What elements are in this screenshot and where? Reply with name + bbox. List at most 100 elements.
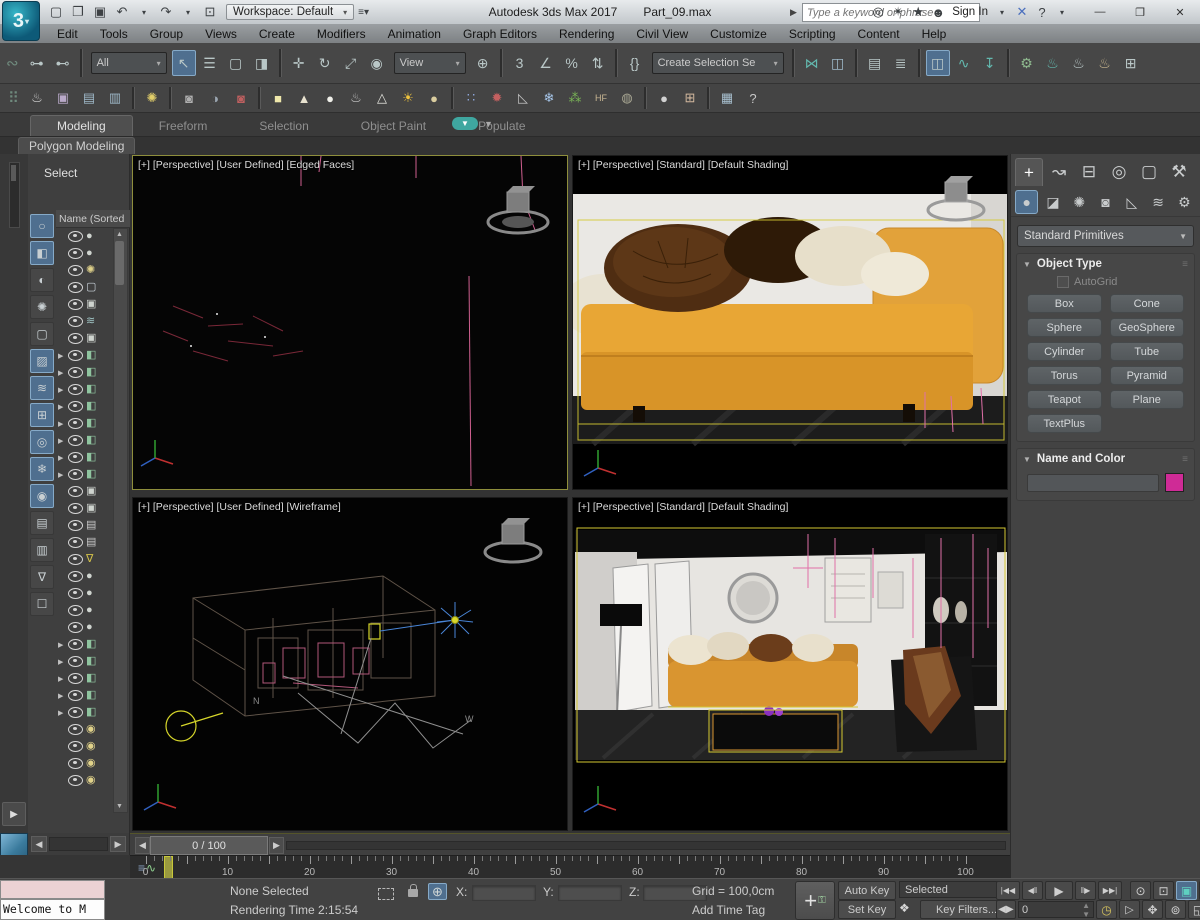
set-keys-button[interactable]: + ⚿ [795, 881, 835, 920]
edit-named-selection-sets-icon[interactable]: {} [623, 50, 647, 76]
orbit-button[interactable]: ⊚ [1165, 900, 1186, 919]
workspace-dropdown[interactable]: Workspace: Default ▾ [226, 4, 355, 20]
space-warps-subtab[interactable]: ≋ [1146, 190, 1169, 214]
explorer-row[interactable]: ≋ [56, 313, 117, 330]
select-object-icon[interactable]: ↖ [171, 50, 196, 76]
set-key-mode-icon[interactable]: ❖ [899, 901, 910, 915]
project-folder-button[interactable]: ⊡ [200, 3, 220, 21]
scroll-down-icon[interactable]: ▼ [114, 801, 125, 812]
curve-editor-icon[interactable]: ◫ [925, 50, 950, 76]
menu-tools[interactable]: Tools [89, 24, 139, 43]
undo-dropdown[interactable]: ▾ [134, 3, 154, 21]
visibility-eye-icon[interactable] [68, 724, 83, 735]
explorer-row[interactable]: ▶ ◧ [56, 432, 117, 449]
sun-light-icon[interactable]: ☀ [396, 87, 420, 109]
explorer-row[interactable]: ▣ [56, 330, 117, 347]
explorer-row[interactable]: ◉ [56, 738, 117, 755]
rectangular-selection-region-icon[interactable]: ▢ [224, 50, 248, 76]
pyramid-primitive-icon[interactable]: △ [370, 87, 394, 109]
previous-frame-arrow[interactable]: ◀ [135, 837, 150, 854]
filter-geometry-icon[interactable]: ◧ [30, 241, 54, 265]
render-settings-icon[interactable]: ▥ [103, 87, 127, 109]
menu-civil-view[interactable]: Civil View [625, 24, 699, 43]
open-file-button[interactable]: ❐ [68, 3, 88, 21]
menu-create[interactable]: Create [248, 24, 306, 43]
filter-cameras-icon[interactable]: ▢ [30, 322, 54, 346]
explorer-name-column-header[interactable]: Name (Sorted [56, 210, 130, 228]
sign-in-button[interactable]: Sign In [952, 6, 988, 18]
x-coordinate-field[interactable] [472, 885, 536, 901]
set-key-button[interactable]: Set Key [838, 900, 896, 919]
toggle-layer-explorer-icon[interactable]: ≣ [889, 50, 913, 76]
expand-arrow-icon[interactable]: ▶ [58, 369, 65, 377]
explorer-row[interactable]: ● [56, 568, 117, 585]
light-lister-icon[interactable]: ✺ [140, 87, 164, 109]
bind-to-space-warp-icon[interactable]: ⊷ [51, 50, 75, 76]
objecttype-tube-button[interactable]: Tube [1109, 342, 1184, 361]
display-detail-icon[interactable]: ▥ [30, 538, 54, 562]
menu-rendering[interactable]: Rendering [548, 24, 625, 43]
visibility-eye-icon[interactable] [68, 707, 83, 718]
explorer-row[interactable]: ▣ [56, 483, 117, 500]
filter-hidden-icon[interactable]: ◉ [30, 484, 54, 508]
hf-icon[interactable]: HF [589, 87, 613, 109]
visibility-eye-icon[interactable] [68, 690, 83, 701]
toolbar-overflow-icon[interactable]: ≡▾ [358, 7, 369, 18]
render-teapot-icon[interactable]: ♨ [25, 87, 49, 109]
hierarchy-tab[interactable]: ⊟ [1075, 158, 1103, 186]
explorer-row[interactable]: ▶ ◧ [56, 670, 117, 687]
explorer-row[interactable]: ◉ [56, 772, 117, 789]
visibility-eye-icon[interactable] [68, 299, 83, 310]
favorites-icon[interactable]: ★ [908, 3, 928, 21]
menu-modifiers[interactable]: Modifiers [306, 24, 377, 43]
menu-animation[interactable]: Animation [377, 24, 452, 43]
time-configuration-button[interactable]: ◷ [1096, 900, 1117, 919]
redo-dropdown[interactable]: ▾ [178, 3, 198, 21]
visibility-eye-icon[interactable] [68, 486, 83, 497]
viewport-top-left[interactable]: [+] [Perspective] [User Defined] [Edged … [132, 155, 568, 490]
scroll-left-icon[interactable]: ◀ [31, 836, 47, 852]
application-menu-button[interactable]: 3 ▾ [2, 1, 40, 41]
explorer-vertical-scrollbar[interactable]: ▲ ▼ [113, 228, 128, 813]
explorer-row[interactable]: ∇ [56, 551, 117, 568]
render-dialog-icon[interactable]: ▤ [77, 87, 101, 109]
visibility-eye-icon[interactable] [68, 452, 83, 463]
toolbar-grip[interactable]: ⠿ [8, 89, 19, 107]
macro-recorder-field[interactable] [0, 880, 105, 899]
time-slider-track[interactable] [286, 841, 1006, 850]
key-selection-dropdown[interactable]: Selected ▼ [899, 881, 1011, 898]
select-and-link-icon[interactable]: ⊶ [25, 50, 49, 76]
selected-keys-arrow-icon[interactable]: ▷ [1119, 900, 1140, 919]
visibility-eye-icon[interactable] [68, 588, 83, 599]
menu-content[interactable]: Content [847, 24, 911, 43]
visibility-eye-icon[interactable] [68, 282, 83, 293]
expand-arrow-icon[interactable]: ▶ [58, 386, 65, 394]
select-and-place-icon[interactable]: ◉ [365, 50, 389, 76]
explorer-row[interactable]: ● [56, 602, 117, 619]
visibility-eye-icon[interactable] [68, 571, 83, 582]
visibility-eye-icon[interactable] [68, 673, 83, 684]
search-go-button[interactable]: ▶ [790, 4, 802, 21]
explorer-horizontal-scrollbar[interactable]: ◀ ▶ [28, 833, 130, 855]
explorer-row[interactable]: ▶ ◧ [56, 704, 117, 721]
sphere-gray-icon[interactable]: ● [652, 87, 676, 109]
explorer-row[interactable]: ▶ ◧ [56, 653, 117, 670]
search-help-icon[interactable]: ◎ [868, 3, 888, 21]
key-mode-toggle-button[interactable]: ◀▶ [996, 900, 1016, 919]
expand-arrow-icon[interactable]: ▶ [58, 437, 65, 445]
modify-tab[interactable]: ↝ [1045, 158, 1073, 186]
expand-arrow-icon[interactable]: ▶ [58, 709, 65, 717]
clipboard-icon[interactable]: ▦ [715, 87, 739, 109]
viewport-label[interactable]: [+] [Perspective] [Standard] [Default Sh… [578, 501, 788, 513]
material-editor-icon[interactable]: ⚙ [1015, 50, 1039, 76]
expand-arrow-icon[interactable]: ▶ [58, 420, 65, 428]
filter-shapes-icon[interactable]: ◐ [30, 268, 54, 292]
render-preview-icon[interactable]: ▣ [51, 87, 75, 109]
explorer-row[interactable]: ● [56, 619, 117, 636]
zoom-region-button[interactable]: ⊡ [1153, 881, 1174, 900]
visibility-eye-icon[interactable] [68, 469, 83, 480]
objecttype-cylinder-button[interactable]: Cylinder [1027, 342, 1102, 361]
play-button[interactable]: ▶ [1045, 881, 1073, 900]
align-icon[interactable]: ◫ [826, 50, 850, 76]
objecttype-pyramid-button[interactable]: Pyramid [1109, 366, 1184, 385]
